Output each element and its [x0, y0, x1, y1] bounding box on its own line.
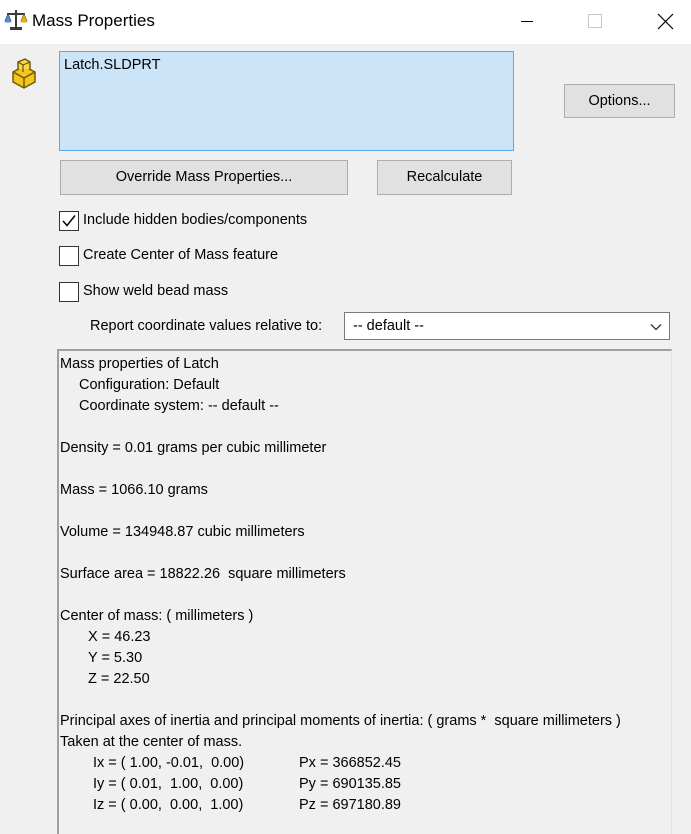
coordinate-system-line: Coordinate system: -- default --	[79, 398, 279, 414]
create-center-of-mass-label: Create Center of Mass feature	[83, 247, 279, 263]
coordinate-system-label: Report coordinate values relative to:	[90, 318, 323, 334]
maximize-button[interactable]	[571, 0, 617, 44]
center-of-mass-y: Y = 5.30	[88, 650, 143, 666]
mass-line: Mass = 1066.10 grams	[60, 482, 208, 498]
window-title: Mass Properties	[32, 11, 155, 30]
principal-moment-pz: Pz = 697180.89	[299, 797, 401, 813]
configuration-line: Configuration: Default	[79, 377, 220, 393]
principal-axes-heading: Principal axes of inertia and principal …	[60, 713, 621, 729]
include-hidden-bodies-label: Include hidden bodies/components	[83, 212, 308, 228]
taken-at-center-line: Taken at the center of mass.	[60, 734, 243, 750]
close-icon	[657, 13, 674, 30]
center-of-mass-heading: Center of mass: ( millimeters )	[60, 608, 254, 624]
show-weld-bead-mass-label: Show weld bead mass	[83, 283, 229, 299]
density-line: Density = 0.01 grams per cubic millimete…	[60, 440, 327, 456]
principal-moment-py: Py = 690135.85	[299, 776, 401, 792]
center-of-mass-z: Z = 22.50	[88, 671, 150, 687]
coordinate-system-select[interactable]: -- default --	[344, 312, 670, 340]
maximize-icon	[588, 14, 602, 28]
balance-scale-icon	[4, 10, 28, 30]
create-center-of-mass-checkbox[interactable]	[59, 246, 79, 266]
volume-line: Volume = 134948.87 cubic millimeters	[60, 524, 305, 540]
close-button[interactable]	[642, 0, 688, 44]
chevron-down-icon	[650, 324, 662, 331]
minimize-icon	[521, 21, 533, 22]
results-heading: Mass properties of Latch	[60, 356, 219, 372]
principal-moment-px: Px = 366852.45	[299, 755, 401, 771]
surface-area-line: Surface area = 18822.26 square millimete…	[60, 566, 346, 582]
checkmark-icon	[62, 215, 76, 227]
selection-item[interactable]: Latch.SLDPRT	[64, 57, 160, 73]
principal-axis-iz: Iz = ( 0.00, 0.00, 1.00)	[93, 797, 244, 813]
principal-axis-ix: Ix = ( 1.00, -0.01, 0.00)	[93, 755, 245, 771]
options-button[interactable]: Options...	[564, 84, 675, 118]
center-of-mass-x: X = 46.23	[88, 629, 151, 645]
recalculate-button[interactable]: Recalculate	[377, 160, 512, 195]
include-hidden-bodies-checkbox[interactable]	[59, 211, 79, 231]
results-text-area[interactable]: Mass properties of Latch Configuration: …	[57, 349, 672, 834]
coordinate-system-value: -- default --	[353, 318, 424, 334]
override-mass-properties-button[interactable]: Override Mass Properties...	[60, 160, 348, 195]
minimize-button[interactable]	[504, 0, 550, 44]
title-bar: Mass Properties	[0, 0, 691, 44]
part-icon	[12, 58, 36, 89]
show-weld-bead-mass-checkbox[interactable]	[59, 282, 79, 302]
principal-axis-iy: Iy = ( 0.01, 1.00, 0.00)	[93, 776, 244, 792]
selection-list[interactable]: Latch.SLDPRT	[59, 51, 514, 151]
